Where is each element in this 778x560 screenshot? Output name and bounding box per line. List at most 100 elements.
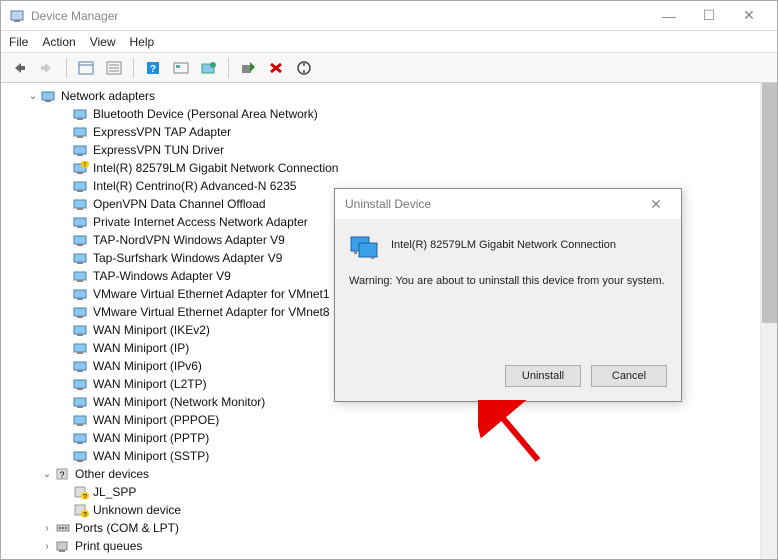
expander-icon[interactable]: ›	[41, 523, 53, 534]
maximize-button[interactable]: ☐	[689, 2, 729, 30]
dialog-title-text: Uninstall Device	[345, 197, 431, 211]
dialog-titlebar: Uninstall Device ✕	[335, 189, 681, 219]
menu-file[interactable]: File	[9, 35, 28, 49]
device-icon	[73, 197, 89, 211]
device-icon	[73, 431, 89, 445]
expander-icon[interactable]: ›	[41, 541, 53, 552]
svg-text:!: !	[84, 162, 86, 169]
menu-action[interactable]: Action	[42, 35, 75, 49]
device-icon	[73, 107, 89, 121]
device-label: Private Internet Access Network Adapter	[93, 215, 308, 229]
update-driver-button[interactable]	[197, 56, 221, 80]
device-label: VMware Virtual Ethernet Adapter for VMne…	[93, 305, 330, 319]
menu-help[interactable]: Help	[130, 35, 155, 49]
device-label: WAN Miniport (PPTP)	[93, 431, 209, 445]
device-icon	[73, 143, 89, 157]
dialog-button-row: Uninstall Cancel	[335, 355, 681, 401]
svg-text:?: ?	[83, 494, 87, 499]
window-title: Device Manager	[31, 9, 649, 23]
toolbar: ?	[1, 53, 777, 83]
device-icon	[73, 377, 89, 391]
device-label: WAN Miniport (IP)	[93, 341, 189, 355]
device-item[interactable]: ExpressVPN TUN Driver	[11, 141, 760, 159]
titlebar: Device Manager — ☐ ✕	[1, 1, 777, 31]
device-icon	[73, 251, 89, 265]
device-label: WAN Miniport (IKEv2)	[93, 323, 210, 337]
device-label: ExpressVPN TAP Adapter	[93, 125, 231, 139]
device-icon: ?	[73, 485, 89, 499]
device-icon	[73, 215, 89, 229]
device-label: WAN Miniport (PPPOE)	[93, 413, 219, 427]
window-controls: — ☐ ✕	[649, 2, 769, 30]
device-icon	[73, 341, 89, 355]
device-label: Intel(R) 82579LM Gigabit Network Connect…	[93, 161, 338, 175]
category-ports[interactable]: › Ports (COM & LPT)	[11, 519, 760, 537]
device-icon	[73, 359, 89, 373]
back-button[interactable]	[7, 56, 31, 80]
network-adapter-icon	[349, 231, 381, 259]
device-item[interactable]: Bluetooth Device (Personal Area Network)	[11, 105, 760, 123]
device-icon	[73, 287, 89, 301]
device-label: OpenVPN Data Channel Offload	[93, 197, 266, 211]
toolbar-divider	[133, 58, 134, 78]
category-other-devices[interactable]: ⌄?Other devices	[11, 465, 760, 483]
device-label: ExpressVPN TUN Driver	[93, 143, 224, 157]
scan-hardware-button[interactable]	[292, 56, 316, 80]
device-label: Bluetooth Device (Personal Area Network)	[93, 107, 318, 121]
dialog-device-name: Intel(R) 82579LM Gigabit Network Connect…	[391, 239, 616, 251]
help-button[interactable]: ?	[141, 56, 165, 80]
device-icon	[73, 305, 89, 319]
device-icon	[55, 539, 71, 553]
scroll-thumb[interactable]	[762, 83, 777, 323]
dialog-warning-text: Warning: You are about to uninstall this…	[349, 275, 667, 287]
device-icon	[41, 89, 57, 103]
uninstall-device-button[interactable]	[264, 56, 288, 80]
device-item[interactable]: WAN Miniport (PPTP)	[11, 429, 760, 447]
cancel-button[interactable]: Cancel	[591, 365, 667, 387]
device-item[interactable]: ExpressVPN TAP Adapter	[11, 123, 760, 141]
dialog-body: Intel(R) 82579LM Gigabit Network Connect…	[335, 219, 681, 355]
forward-button[interactable]	[35, 56, 59, 80]
device-label: WAN Miniport (Network Monitor)	[93, 395, 265, 409]
device-label: TAP-NordVPN Windows Adapter V9	[93, 233, 285, 247]
menu-view[interactable]: View	[90, 35, 116, 49]
device-item[interactable]: WAN Miniport (SSTP)	[11, 447, 760, 465]
close-button[interactable]: ✕	[729, 2, 769, 30]
device-item[interactable]: ? Unknown device	[11, 501, 760, 519]
category-network-adapters[interactable]: ⌄Network adapters	[11, 87, 760, 105]
device-label: VMware Virtual Ethernet Adapter for VMne…	[93, 287, 330, 301]
device-label: Ports (COM & LPT)	[75, 521, 179, 535]
expander-icon[interactable]: ⌄	[41, 469, 53, 480]
device-icon	[73, 413, 89, 427]
show-hidden-button[interactable]	[74, 56, 98, 80]
category-print-queues[interactable]: › Print queues	[11, 537, 760, 555]
device-icon	[73, 125, 89, 139]
device-item[interactable]: ? JL_SPP	[11, 483, 760, 501]
device-label: Other devices	[75, 467, 149, 481]
minimize-button[interactable]: —	[649, 2, 689, 30]
device-label: WAN Miniport (SSTP)	[93, 449, 209, 463]
device-label: Intel(R) Centrino(R) Advanced-N 6235	[93, 179, 296, 193]
menubar: File Action View Help	[1, 31, 777, 53]
device-icon	[73, 269, 89, 283]
vertical-scrollbar[interactable]	[760, 83, 777, 559]
dialog-close-button[interactable]: ✕	[641, 196, 671, 213]
device-icon	[73, 449, 89, 463]
device-item[interactable]: ! Intel(R) 82579LM Gigabit Network Connec…	[11, 159, 760, 177]
uninstall-dialog: Uninstall Device ✕ Intel(R) 82579LM Giga…	[334, 188, 682, 402]
uninstall-button[interactable]: Uninstall	[505, 365, 581, 387]
device-icon	[73, 233, 89, 247]
expander-icon[interactable]: ⌄	[27, 91, 39, 102]
enable-device-button[interactable]	[236, 56, 260, 80]
device-label: WAN Miniport (L2TP)	[93, 377, 207, 391]
scan-button[interactable]	[169, 56, 193, 80]
device-item[interactable]: WAN Miniport (PPPOE)	[11, 411, 760, 429]
device-label: JL_SPP	[93, 485, 136, 499]
device-label: Print queues	[75, 539, 142, 553]
svg-text:?: ?	[83, 512, 87, 517]
device-icon	[55, 521, 71, 535]
properties-button[interactable]	[102, 56, 126, 80]
device-manager-icon	[9, 8, 25, 24]
device-icon	[73, 395, 89, 409]
device-label: Unknown device	[93, 503, 181, 517]
